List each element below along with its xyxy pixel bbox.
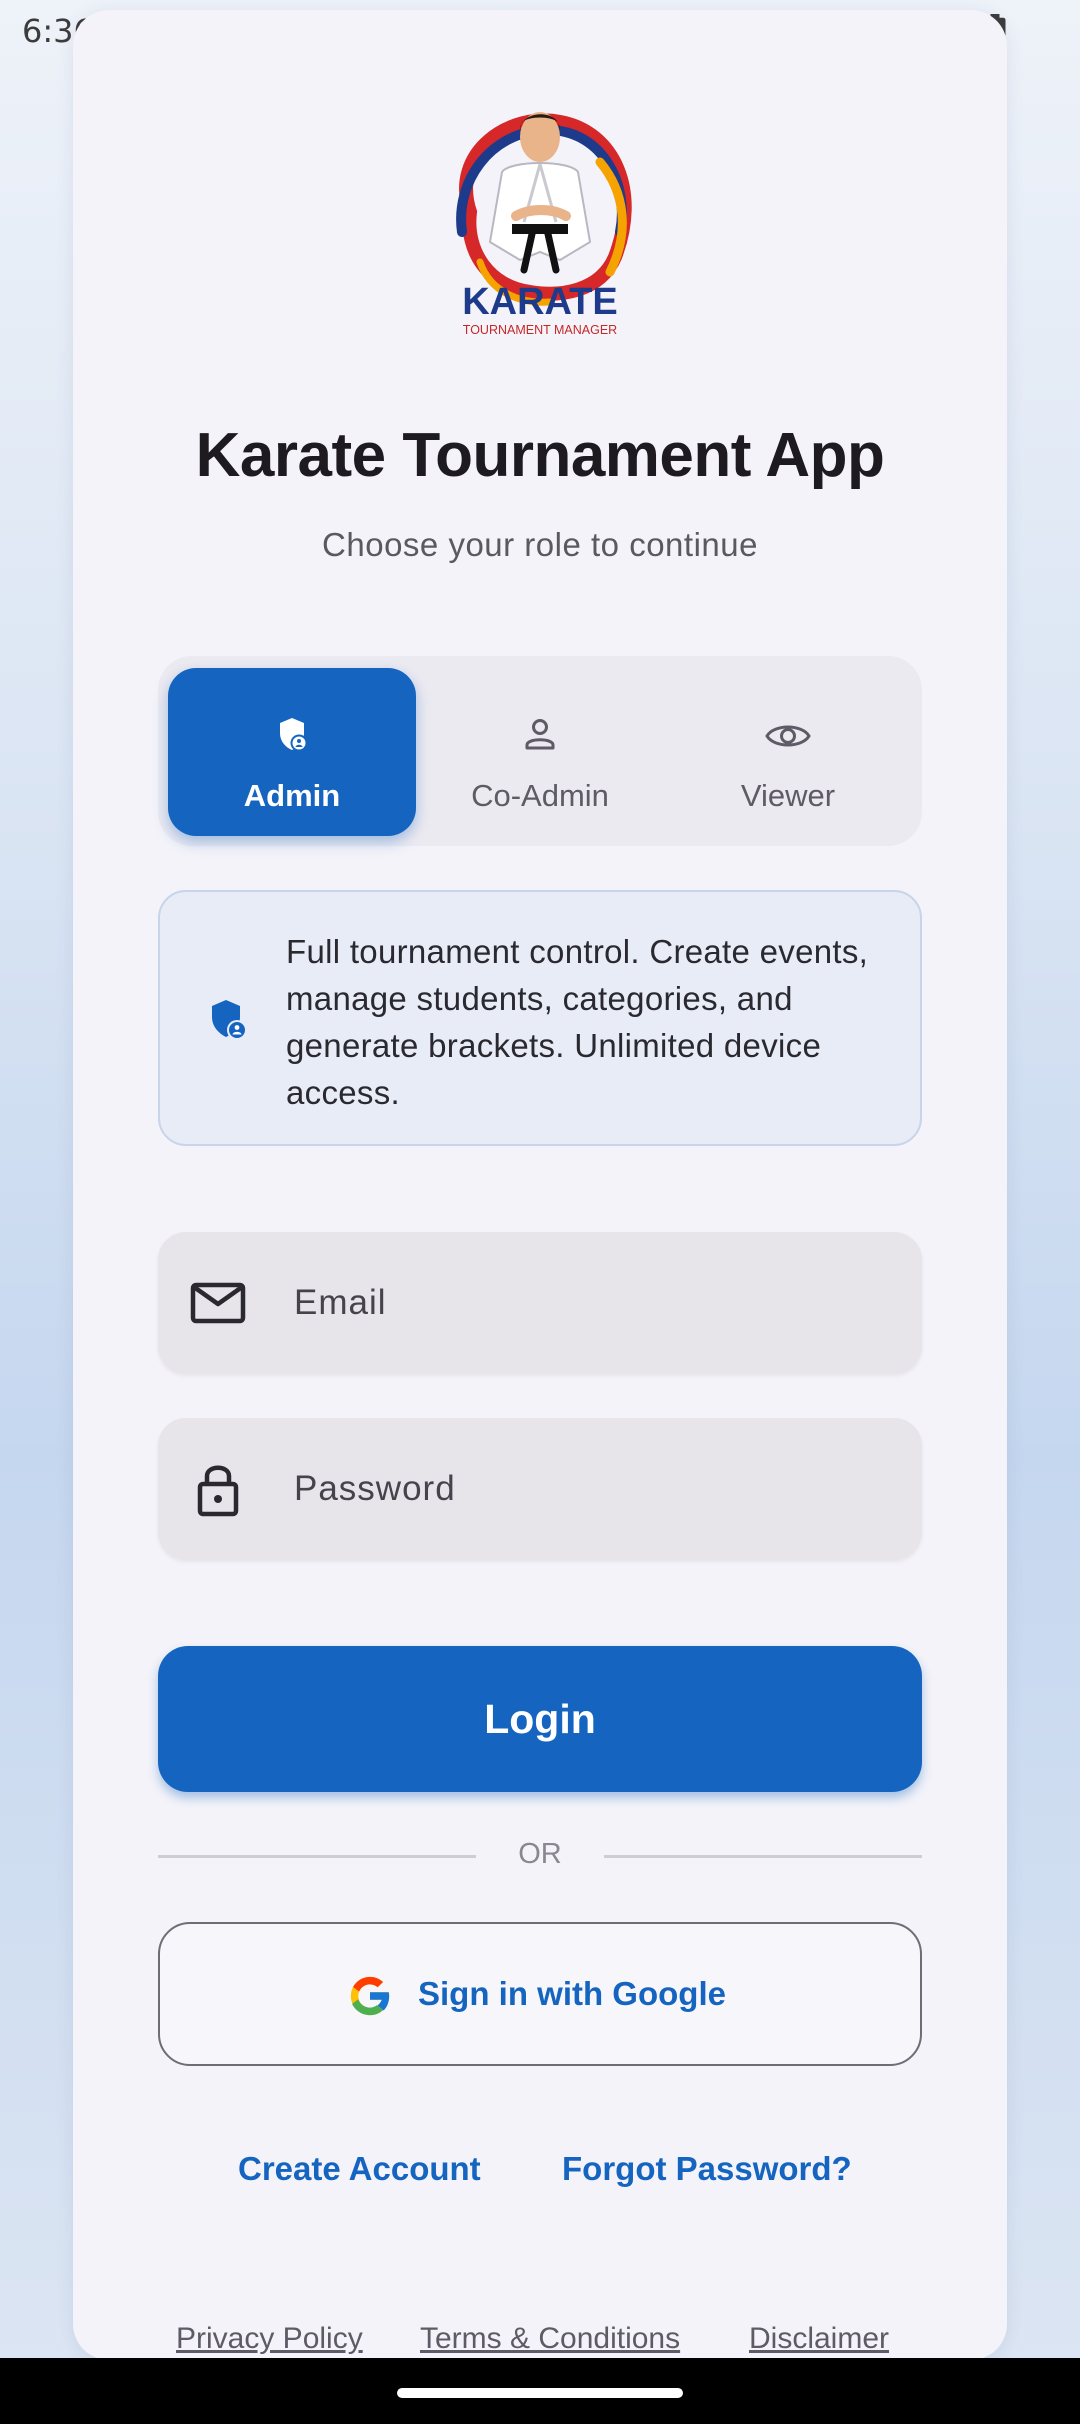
lock-icon (197, 1465, 239, 1517)
google-sign-in-label: Sign in with Google (418, 1975, 726, 2012)
role-tab-viewer[interactable]: Viewer (664, 668, 912, 836)
login-button[interactable]: Login (158, 1646, 922, 1792)
or-label: OR (518, 1838, 562, 1870)
logo-subtitle: TOURNAMENT MANAGER (463, 323, 617, 337)
terms-link[interactable]: Terms & Conditions (420, 2322, 680, 2356)
google-icon (350, 1976, 391, 2016)
role-tab-co-admin[interactable]: Co-Admin (416, 668, 664, 836)
role-label-admin: Admin (243, 778, 341, 813)
system-navigation-bar (0, 2358, 1080, 2424)
email-placeholder: Email (294, 1283, 387, 1322)
page-title: Karate Tournament App (195, 421, 885, 490)
eye-icon (765, 725, 811, 747)
divider-left (158, 1855, 476, 1858)
disclaimer-link[interactable]: Disclaimer (749, 2322, 889, 2356)
admin-shield-icon (212, 1000, 247, 1040)
role-label-viewer: Viewer (740, 778, 836, 813)
admin-shield-icon (280, 718, 308, 752)
logo-title: KARATE (462, 281, 618, 323)
role-selector: Admin Co-Admin Viewer (158, 656, 922, 846)
page-subtitle: Choose your role to continue (322, 526, 758, 563)
create-account-link[interactable]: Create Account (238, 2150, 481, 2188)
role-tab-admin[interactable]: Admin (168, 668, 416, 836)
forgot-password-link[interactable]: Forgot Password? (562, 2150, 852, 2188)
google-sign-in-button[interactable]: Sign in with Google (158, 1922, 922, 2066)
password-placeholder: Password (294, 1469, 456, 1508)
privacy-policy-link[interactable]: Privacy Policy (176, 2322, 363, 2356)
person-icon (525, 719, 555, 750)
password-field[interactable]: Password (158, 1418, 922, 1560)
role-description-box: Full tournament control. Create events, … (158, 890, 922, 1146)
mail-icon (190, 1282, 246, 1324)
role-label-co-admin: Co-Admin (471, 778, 609, 813)
role-description: Full tournament control. Create events, … (286, 933, 869, 1111)
email-field[interactable]: Email (158, 1232, 922, 1374)
karate-logo: KARATE TOURNAMENT MANAGER (456, 112, 632, 337)
divider-right (604, 1855, 922, 1858)
home-gesture-handle[interactable] (397, 2388, 683, 2398)
